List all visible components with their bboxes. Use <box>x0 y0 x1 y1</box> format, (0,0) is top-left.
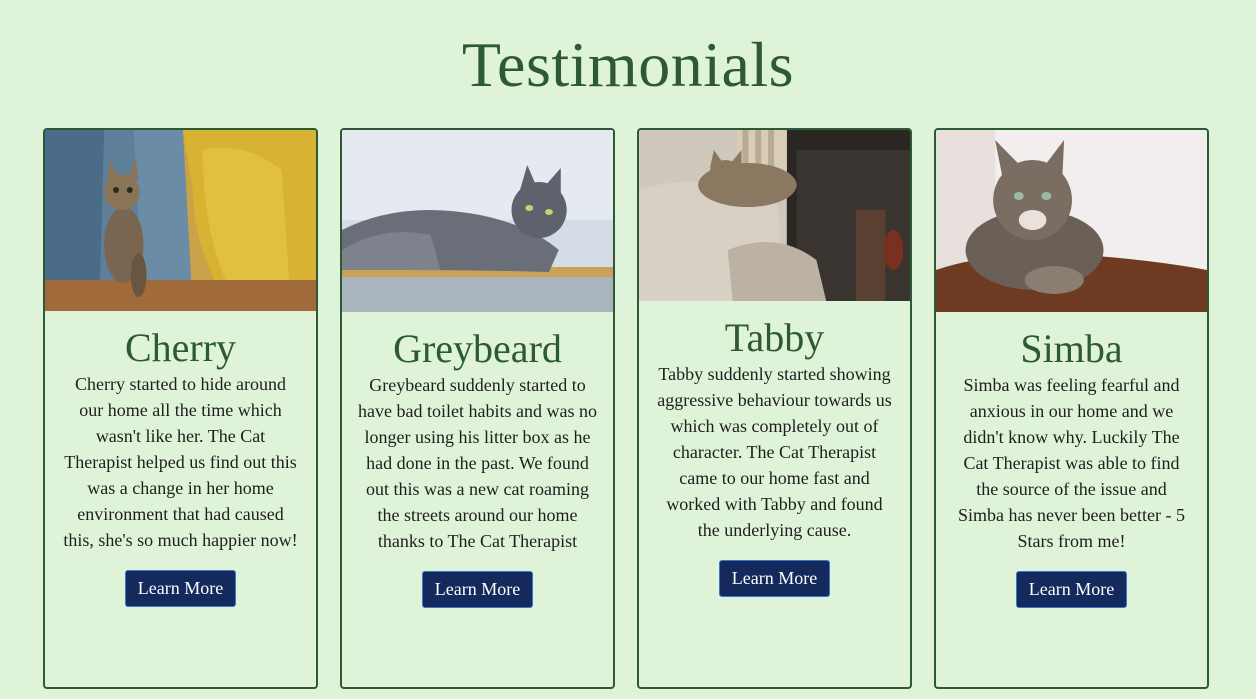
card-text: Greybeard suddenly started to have bad t… <box>358 375 597 551</box>
card-name: Cherry <box>124 325 237 370</box>
learn-more-button[interactable]: Learn More <box>719 560 830 597</box>
card-text: Cherry started to hide around our home a… <box>63 374 298 550</box>
learn-more-button[interactable]: Learn More <box>125 570 236 607</box>
learn-more-button[interactable]: Learn More <box>422 571 533 608</box>
cat-photo-tabby <box>639 130 910 301</box>
page-title: Testimonials <box>461 29 795 100</box>
card-text: Tabby suddenly started showing aggressiv… <box>657 364 892 540</box>
testimonial-card-tabby: Tabby Tabby suddenly started showing agg… <box>637 128 912 689</box>
cat-photo-simba <box>936 130 1207 312</box>
testimonial-card-simba: Simba Simba was feeling fearful and anxi… <box>934 128 1209 689</box>
card-name: Simba <box>1020 326 1123 371</box>
testimonial-card-cherry: Cherry Cherry started to hide around our… <box>43 128 318 689</box>
card-name: Greybeard <box>393 326 562 371</box>
card-name: Tabby <box>724 315 825 360</box>
cat-photo-cherry <box>45 130 316 311</box>
card-text: Simba was feeling fearful and anxious in… <box>958 375 1185 551</box>
testimonial-card-greybeard: Greybeard Greybeard suddenly started to … <box>340 128 615 689</box>
cat-photo-greybeard <box>342 130 613 312</box>
learn-more-button[interactable]: Learn More <box>1016 571 1127 608</box>
